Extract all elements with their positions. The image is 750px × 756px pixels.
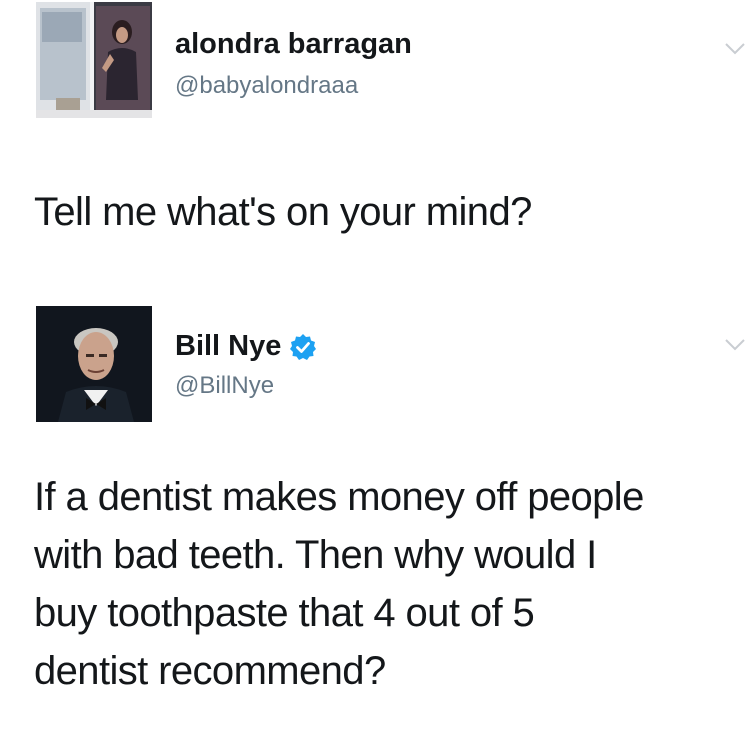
- chevron-down-icon[interactable]: [724, 338, 746, 352]
- display-name[interactable]: alondra barragan: [175, 28, 412, 61]
- tweet-alondra: alondra barragan @babyalondraaa Tell me …: [0, 0, 750, 290]
- chevron-down-icon[interactable]: [724, 42, 746, 56]
- display-name[interactable]: Bill Nye: [175, 330, 281, 363]
- tweet-text-line: dentist recommend?: [34, 649, 386, 693]
- tweet-text: Tell me what's on your mind?: [34, 183, 744, 241]
- verified-badge-icon: [290, 333, 317, 360]
- tweet-text-line: with bad teeth. Then why would I: [34, 533, 597, 577]
- tweet-text: If a dentist makes money off people with…: [34, 468, 744, 700]
- tweet-text-line: If a dentist makes money off people: [34, 475, 644, 519]
- tweet-billnye: Bill Nye @BillNye If a dentist makes mon…: [0, 290, 750, 756]
- avatar[interactable]: [36, 2, 152, 118]
- tweet-text-line: Tell me what's on your mind?: [34, 190, 532, 234]
- user-handle[interactable]: @babyalondraaa: [175, 72, 358, 100]
- name-row: alondra barragan: [175, 28, 412, 61]
- name-row: Bill Nye: [175, 330, 317, 363]
- avatar[interactable]: [36, 306, 152, 422]
- user-handle[interactable]: @BillNye: [175, 372, 274, 400]
- tweet-text-line: buy toothpaste that 4 out of 5: [34, 591, 535, 635]
